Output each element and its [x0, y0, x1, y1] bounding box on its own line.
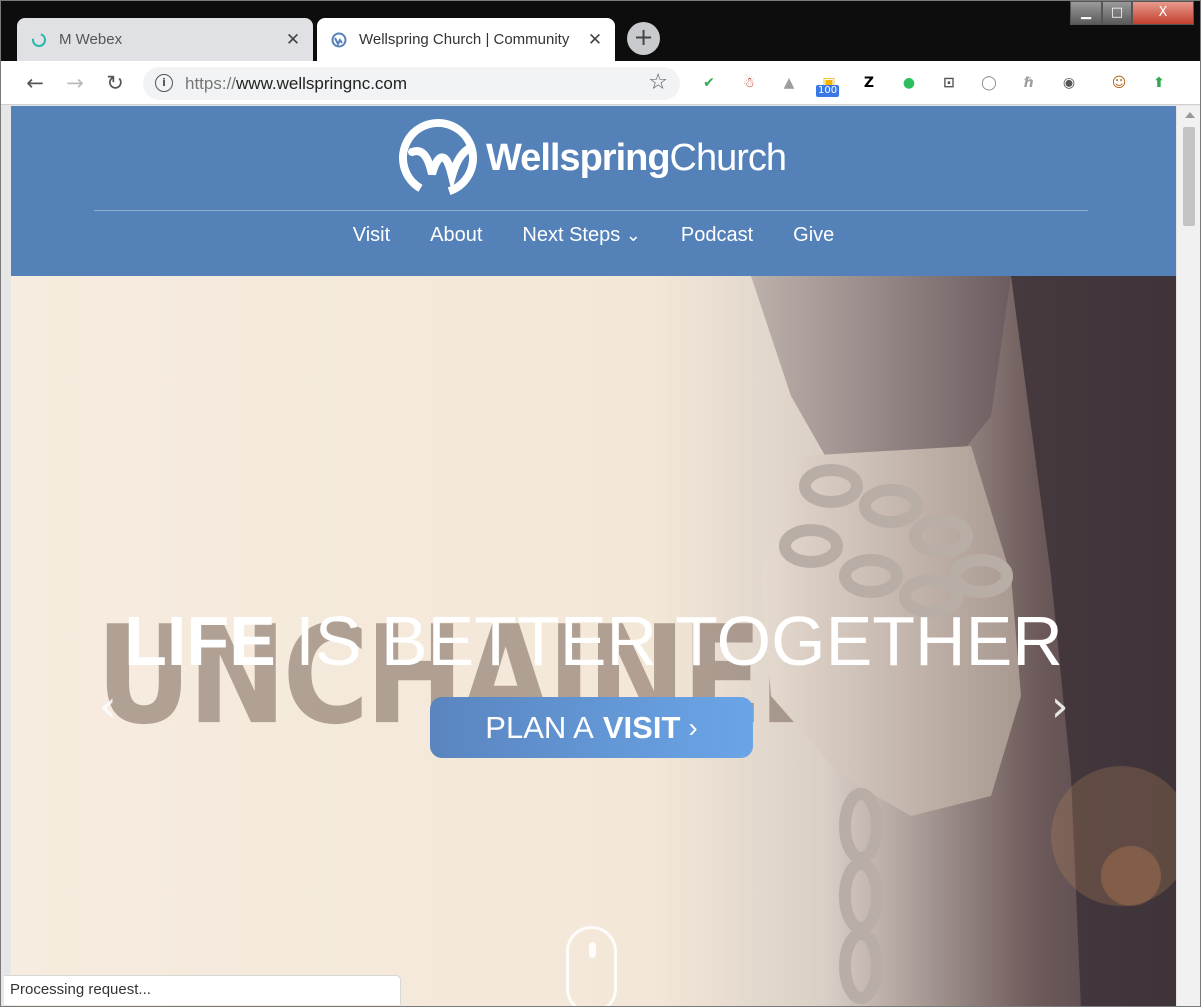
cast-extension-icon[interactable]: ⊡ [937, 71, 961, 95]
tilde-extension-icon[interactable]: ℏ [1017, 71, 1041, 95]
chevron-down-icon: ⌄ [625, 225, 641, 245]
site-header: WellspringChurch Visit About Next Steps … [11, 106, 1176, 276]
cta-label-strong: VISIT [602, 709, 681, 745]
scroll-up-arrow-icon[interactable] [1185, 112, 1195, 118]
wellspring-favicon-icon [331, 32, 347, 47]
nav-item-give[interactable]: Give [793, 224, 834, 247]
checkmark-extension-icon[interactable]: ✔ [697, 71, 721, 95]
extension-badge: 100 [816, 85, 840, 97]
url-host: www.wellspringnc.com [236, 74, 408, 93]
tab-title: Wellspring Church | Community [359, 31, 570, 48]
minimize-button[interactable]: ▁ [1070, 1, 1102, 25]
wellspring-logo-icon [399, 119, 477, 197]
page-viewport: WellspringChurch Visit About Next Steps … [11, 106, 1176, 1006]
page-scrollbar[interactable] [1176, 106, 1200, 1006]
headline-rest: IS BETTER TOGETHER [275, 602, 1063, 680]
tab-wellspring[interactable]: Wellspring Church | Community ✕ [317, 18, 615, 61]
chevron-right-icon: › [688, 711, 698, 743]
window-controls: ▁ □ X [1070, 1, 1194, 27]
update-extension-icon[interactable]: ⬆ [1147, 71, 1171, 95]
eye-extension-icon[interactable]: ◉ [1057, 71, 1081, 95]
site-logo[interactable]: WellspringChurch [396, 118, 787, 198]
drive-extension-icon[interactable]: ▲ [777, 71, 801, 95]
tab-close-icon[interactable]: ✕ [281, 30, 305, 50]
tab-strip: M Webex ✕ Wellspring Church | Community … [1, 1, 1200, 61]
hero-headline: LIFE IS BETTER TOGETHER [11, 601, 1176, 681]
back-arrow-icon[interactable]: ← [22, 70, 48, 96]
reload-icon[interactable]: ↻ [102, 70, 128, 96]
scroll-down-mouse-icon[interactable] [566, 926, 617, 1006]
evernote-extension-icon[interactable]: ● [897, 71, 921, 95]
forward-arrow-icon[interactable]: → [62, 70, 88, 96]
browser-toolbar: ← → ↻ i https://www.wellspringnc.com ☆ ✔… [1, 61, 1200, 105]
nav-item-label: Next Steps [522, 224, 621, 246]
headline-strong: LIFE [124, 602, 276, 680]
tab-close-icon[interactable]: ✕ [583, 30, 607, 50]
santa-extension-icon[interactable]: ☃ [737, 71, 761, 95]
new-tab-button[interactable]: + [627, 22, 660, 55]
nav-item-next-steps[interactable]: Next Steps ⌄ [522, 224, 640, 247]
url-scheme: https:// [185, 74, 237, 93]
close-window-button[interactable]: X [1132, 1, 1194, 25]
brand-wordmark: WellspringChurch [486, 136, 787, 180]
address-bar[interactable]: i https://www.wellspringnc.com ☆ [143, 67, 680, 100]
cta-label-light: PLAN A [485, 709, 594, 745]
profile-avatar[interactable]: ☺ [1107, 71, 1131, 95]
folder-extension-icon[interactable]: ▣ 100 [816, 71, 841, 97]
site-info-icon[interactable]: i [155, 74, 173, 92]
mouse-wheel [589, 942, 596, 958]
nav-item-podcast[interactable]: Podcast [681, 224, 753, 247]
scrollbar-thumb[interactable] [1183, 127, 1195, 226]
nav-item-visit[interactable]: Visit [353, 224, 390, 247]
status-bar: Processing request... [4, 975, 401, 1005]
plan-a-visit-button[interactable]: PLAN A VISIT › [430, 697, 753, 758]
url-text[interactable]: https://www.wellspringnc.com [185, 74, 407, 94]
header-divider [94, 210, 1088, 211]
main-nav: Visit About Next Steps ⌄ Podcast Give [11, 224, 1176, 247]
zotero-extension-icon[interactable]: Z [857, 71, 881, 95]
hero-slider: UNCHAINED LIFE IS BETTER TOGETHER ‹ › PL… [11, 276, 1176, 1006]
webex-favicon-icon [32, 32, 46, 47]
brand-light: Church [669, 136, 787, 179]
browser-window: M Webex ✕ Wellspring Church | Community … [0, 0, 1201, 1007]
slider-prev-icon[interactable]: ‹ [99, 681, 117, 732]
brand-bold: Wellspring [486, 136, 671, 179]
nav-item-about[interactable]: About [430, 224, 482, 247]
maximize-button[interactable]: □ [1102, 1, 1132, 25]
bookmark-star-icon[interactable]: ☆ [648, 70, 668, 95]
tab-title: M Webex [59, 31, 123, 48]
extensions-bar: ✔ ☃ ▲ ▣ 100 Z ● ⊡ ◯ ℏ ◉ ☺ ⬆ [697, 69, 1187, 97]
circle-extension-icon[interactable]: ◯ [977, 71, 1001, 95]
tab-webex[interactable]: M Webex ✕ [17, 18, 313, 61]
slider-next-icon[interactable]: › [1051, 681, 1069, 732]
